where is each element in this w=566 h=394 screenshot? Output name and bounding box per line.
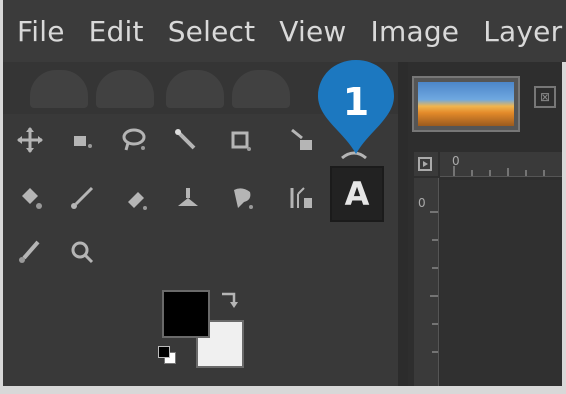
dock-tab[interactable] — [30, 70, 88, 108]
menu-layer[interactable]: Layer — [483, 15, 562, 48]
image-thumbnail — [418, 82, 514, 126]
quick-mask-toggle[interactable] — [414, 152, 438, 176]
dock-tab[interactable] — [232, 70, 290, 108]
dock-tab[interactable] — [96, 70, 154, 108]
free-select-icon[interactable] — [114, 120, 154, 160]
step-number: 1 — [342, 80, 370, 124]
menu-file[interactable]: File — [17, 15, 65, 48]
ruler-ticks-left — [430, 211, 438, 353]
image-canvas[interactable] — [440, 180, 562, 386]
move-icon[interactable] — [10, 120, 50, 160]
menu-view[interactable]: View — [279, 15, 346, 48]
smudge-icon[interactable] — [222, 178, 262, 218]
bucket-fill-icon[interactable] — [10, 178, 50, 218]
align-icon[interactable] — [62, 120, 102, 160]
paths-icon[interactable] — [280, 178, 320, 218]
close-tab-icon[interactable]: ⊠ — [534, 86, 556, 108]
fuzzy-select-icon[interactable] — [166, 120, 206, 160]
zoom-icon[interactable] — [62, 232, 102, 272]
crop-icon[interactable] — [220, 120, 260, 160]
swap-colors-icon[interactable] — [218, 290, 240, 312]
dock-tab[interactable] — [166, 70, 224, 108]
text-tool-icon[interactable]: A — [330, 166, 384, 222]
foreground-color-swatch[interactable] — [162, 290, 210, 338]
ruler-ticks-top — [453, 166, 545, 176]
menu-bar: File Edit Select View Image Layer — [3, 0, 566, 62]
menu-image[interactable]: Image — [371, 15, 460, 48]
paintbrush-icon[interactable] — [62, 178, 102, 218]
menu-edit[interactable]: Edit — [89, 15, 144, 48]
default-colors-icon[interactable] — [158, 346, 170, 358]
dock-separator[interactable] — [398, 62, 408, 386]
image-tab[interactable] — [412, 76, 520, 132]
color-picker-icon[interactable] — [10, 232, 50, 272]
clone-icon[interactable] — [168, 178, 208, 218]
eraser-icon[interactable] — [116, 178, 156, 218]
step-marker: 1 — [316, 58, 396, 158]
menu-select[interactable]: Select — [168, 15, 256, 48]
